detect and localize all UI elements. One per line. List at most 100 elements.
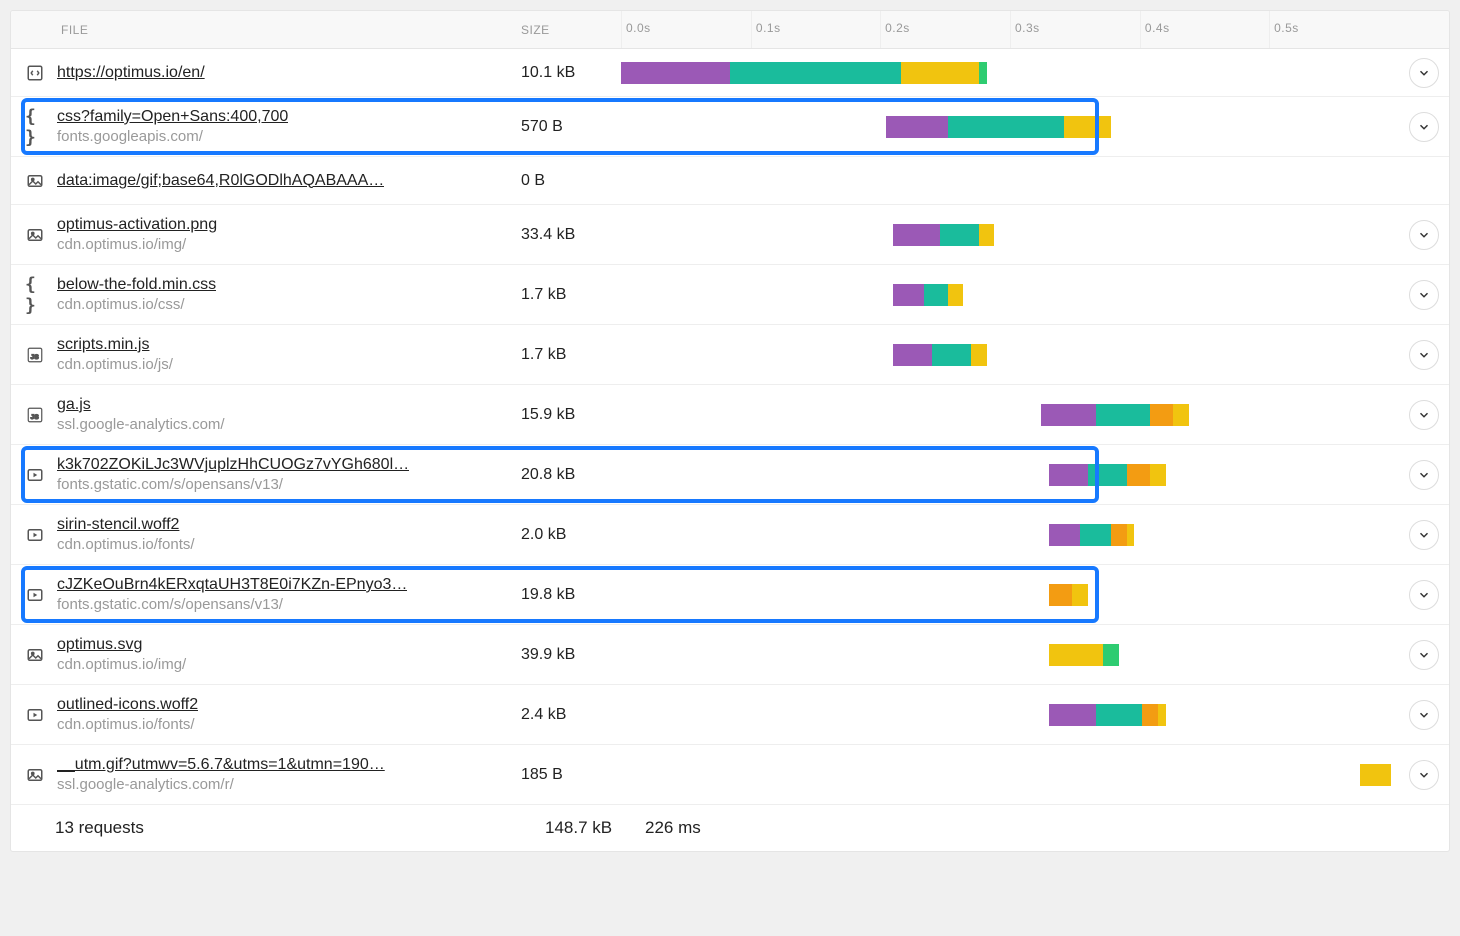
table-header: FILE SIZE 0.0s0.1s0.2s0.3s0.4s0.5s: [11, 11, 1449, 49]
file-name[interactable]: https://optimus.io/en/: [57, 64, 205, 82]
file-cell: { }below-the-fold.min.csscdn.optimus.io/…: [11, 276, 521, 313]
table-row[interactable]: cJZKeOuBrn4kERxqtaUH3T8E0i7KZn-EPnyo3… fo…: [11, 565, 1449, 625]
file-name[interactable]: data:image/gif;base64,R0lGODlhAQABAAA…: [57, 172, 384, 190]
file-cell: __utm.gif?utmwv=5.6.7&utms=1&utmn=190…ss…: [11, 756, 521, 793]
media-icon: [25, 585, 45, 605]
file-host: cdn.optimus.io/fonts/: [57, 536, 195, 553]
size-cell: 185 B: [521, 766, 621, 784]
timing-bar[interactable]: [621, 224, 1399, 246]
col-header-file[interactable]: FILE: [11, 23, 521, 37]
expand-button[interactable]: [1409, 640, 1439, 670]
file-name[interactable]: scripts.min.js: [57, 336, 173, 354]
table-row[interactable]: __utm.gif?utmwv=5.6.7&utms=1&utmn=190…ss…: [11, 745, 1449, 805]
file-name[interactable]: optimus-activation.png: [57, 216, 217, 234]
expand-button[interactable]: [1409, 700, 1439, 730]
file-cell: https://optimus.io/en/: [11, 63, 521, 83]
table-row[interactable]: optimus-activation.png cdn.optimus.io/img…: [11, 205, 1449, 265]
expand-button[interactable]: [1409, 460, 1439, 490]
network-waterfall-panel: FILE SIZE 0.0s0.1s0.2s0.3s0.4s0.5s https…: [10, 10, 1450, 852]
file-host: fonts.gstatic.com/s/opensans/v13/: [57, 476, 409, 493]
timing-bar[interactable]: [621, 584, 1399, 606]
file-name[interactable]: __utm.gif?utmwv=5.6.7&utms=1&utmn=190…: [57, 756, 385, 774]
timing-segment: [893, 344, 932, 366]
file-name[interactable]: k3k702ZOKiLJc3WVjuplzHhCUOGz7vYGh680l…: [57, 456, 409, 474]
col-header-size[interactable]: SIZE: [521, 23, 621, 37]
expand-button[interactable]: [1409, 58, 1439, 88]
table-row[interactable]: JSscripts.min.jscdn.optimus.io/js/1.7 kB: [11, 325, 1449, 385]
size-cell: 2.0 kB: [521, 526, 621, 544]
file-cell: outlined-icons.woff2cdn.optimus.io/fonts…: [11, 696, 521, 733]
footer-requests: 13 requests: [55, 818, 144, 838]
timing-segment: [979, 62, 987, 84]
table-row[interactable]: optimus.svgcdn.optimus.io/img/39.9 kB: [11, 625, 1449, 685]
file-name[interactable]: sirin-stencil.woff2: [57, 516, 195, 534]
timing-bar[interactable]: [621, 62, 1399, 84]
timing-segment: [1049, 584, 1072, 606]
table-row[interactable]: k3k702ZOKiLJc3WVjuplzHhCUOGz7vYGh680l… fo…: [11, 445, 1449, 505]
timing-segment: [924, 284, 947, 306]
timing-segment: [1072, 584, 1088, 606]
file-name[interactable]: cJZKeOuBrn4kERxqtaUH3T8E0i7KZn-EPnyo3…: [57, 576, 407, 594]
timing-segment: [979, 224, 995, 246]
size-cell: 1.7 kB: [521, 346, 621, 364]
size-cell: 2.4 kB: [521, 706, 621, 724]
file-cell: optimus-activation.png cdn.optimus.io/img…: [11, 216, 521, 253]
expand-button[interactable]: [1409, 220, 1439, 250]
table-row[interactable]: https://optimus.io/en/10.1 kB: [11, 49, 1449, 97]
file-cell: cJZKeOuBrn4kERxqtaUH3T8E0i7KZn-EPnyo3… fo…: [11, 576, 521, 613]
timing-bar[interactable]: [621, 524, 1399, 546]
timing-bar[interactable]: [621, 704, 1399, 726]
file-name[interactable]: optimus.svg: [57, 636, 186, 654]
timing-bar[interactable]: [621, 404, 1399, 426]
tick-label: 0.4s: [1145, 21, 1170, 35]
table-row[interactable]: { }below-the-fold.min.csscdn.optimus.io/…: [11, 265, 1449, 325]
timing-segment: [893, 284, 924, 306]
table-row[interactable]: { }css?family=Open+Sans:400,700fonts.goo…: [11, 97, 1449, 157]
timing-segment: [1041, 404, 1095, 426]
timing-segment: [1096, 404, 1150, 426]
table-row[interactable]: data:image/gif;base64,R0lGODlhAQABAAA…0 …: [11, 157, 1449, 205]
expand-button[interactable]: [1409, 760, 1439, 790]
expand-button[interactable]: [1409, 520, 1439, 550]
timing-bar[interactable]: [621, 464, 1399, 486]
timing-segment: [901, 62, 979, 84]
timing-segment: [971, 344, 987, 366]
timing-segment: [1173, 404, 1189, 426]
file-host: cdn.optimus.io/img/: [57, 236, 217, 253]
table-row[interactable]: outlined-icons.woff2cdn.optimus.io/fonts…: [11, 685, 1449, 745]
file-name[interactable]: below-the-fold.min.css: [57, 276, 216, 294]
table-row[interactable]: JSga.jsssl.google-analytics.com/15.9 kB: [11, 385, 1449, 445]
expand-button[interactable]: [1409, 280, 1439, 310]
timing-segment: [1049, 704, 1096, 726]
timing-segment: [1096, 704, 1143, 726]
image-icon: [25, 765, 45, 785]
file-host: ssl.google-analytics.com/r/: [57, 776, 385, 793]
image-icon: [25, 171, 45, 191]
table-footer: 13 requests 148.7 kB 226 ms: [11, 805, 1449, 851]
tick: 0.5s: [1269, 11, 1270, 48]
timing-segment: [1049, 644, 1103, 666]
timing-bar[interactable]: [621, 116, 1399, 138]
expand-button[interactable]: [1409, 340, 1439, 370]
timing-bar[interactable]: [621, 344, 1399, 366]
timing-segment: [730, 62, 901, 84]
file-name[interactable]: outlined-icons.woff2: [57, 696, 198, 714]
file-name[interactable]: css?family=Open+Sans:400,700: [57, 108, 288, 126]
file-cell: optimus.svgcdn.optimus.io/img/: [11, 636, 521, 673]
file-name[interactable]: ga.js: [57, 396, 225, 414]
tick: 0.0s: [621, 11, 622, 48]
timing-bar[interactable]: [621, 644, 1399, 666]
expand-button[interactable]: [1409, 400, 1439, 430]
expand-button[interactable]: [1409, 112, 1439, 142]
table-row[interactable]: sirin-stencil.woff2 cdn.optimus.io/fonts/…: [11, 505, 1449, 565]
timing-bar[interactable]: [621, 284, 1399, 306]
timing-segment: [1142, 704, 1158, 726]
size-cell: 15.9 kB: [521, 406, 621, 424]
timing-bar[interactable]: [621, 170, 1399, 192]
timing-bar[interactable]: [621, 764, 1399, 786]
file-host: fonts.gstatic.com/s/opensans/v13/: [57, 596, 407, 613]
timing-segment: [948, 116, 1065, 138]
expand-button[interactable]: [1409, 580, 1439, 610]
timing-segment: [893, 224, 940, 246]
tick-label: 0.1s: [756, 21, 781, 35]
